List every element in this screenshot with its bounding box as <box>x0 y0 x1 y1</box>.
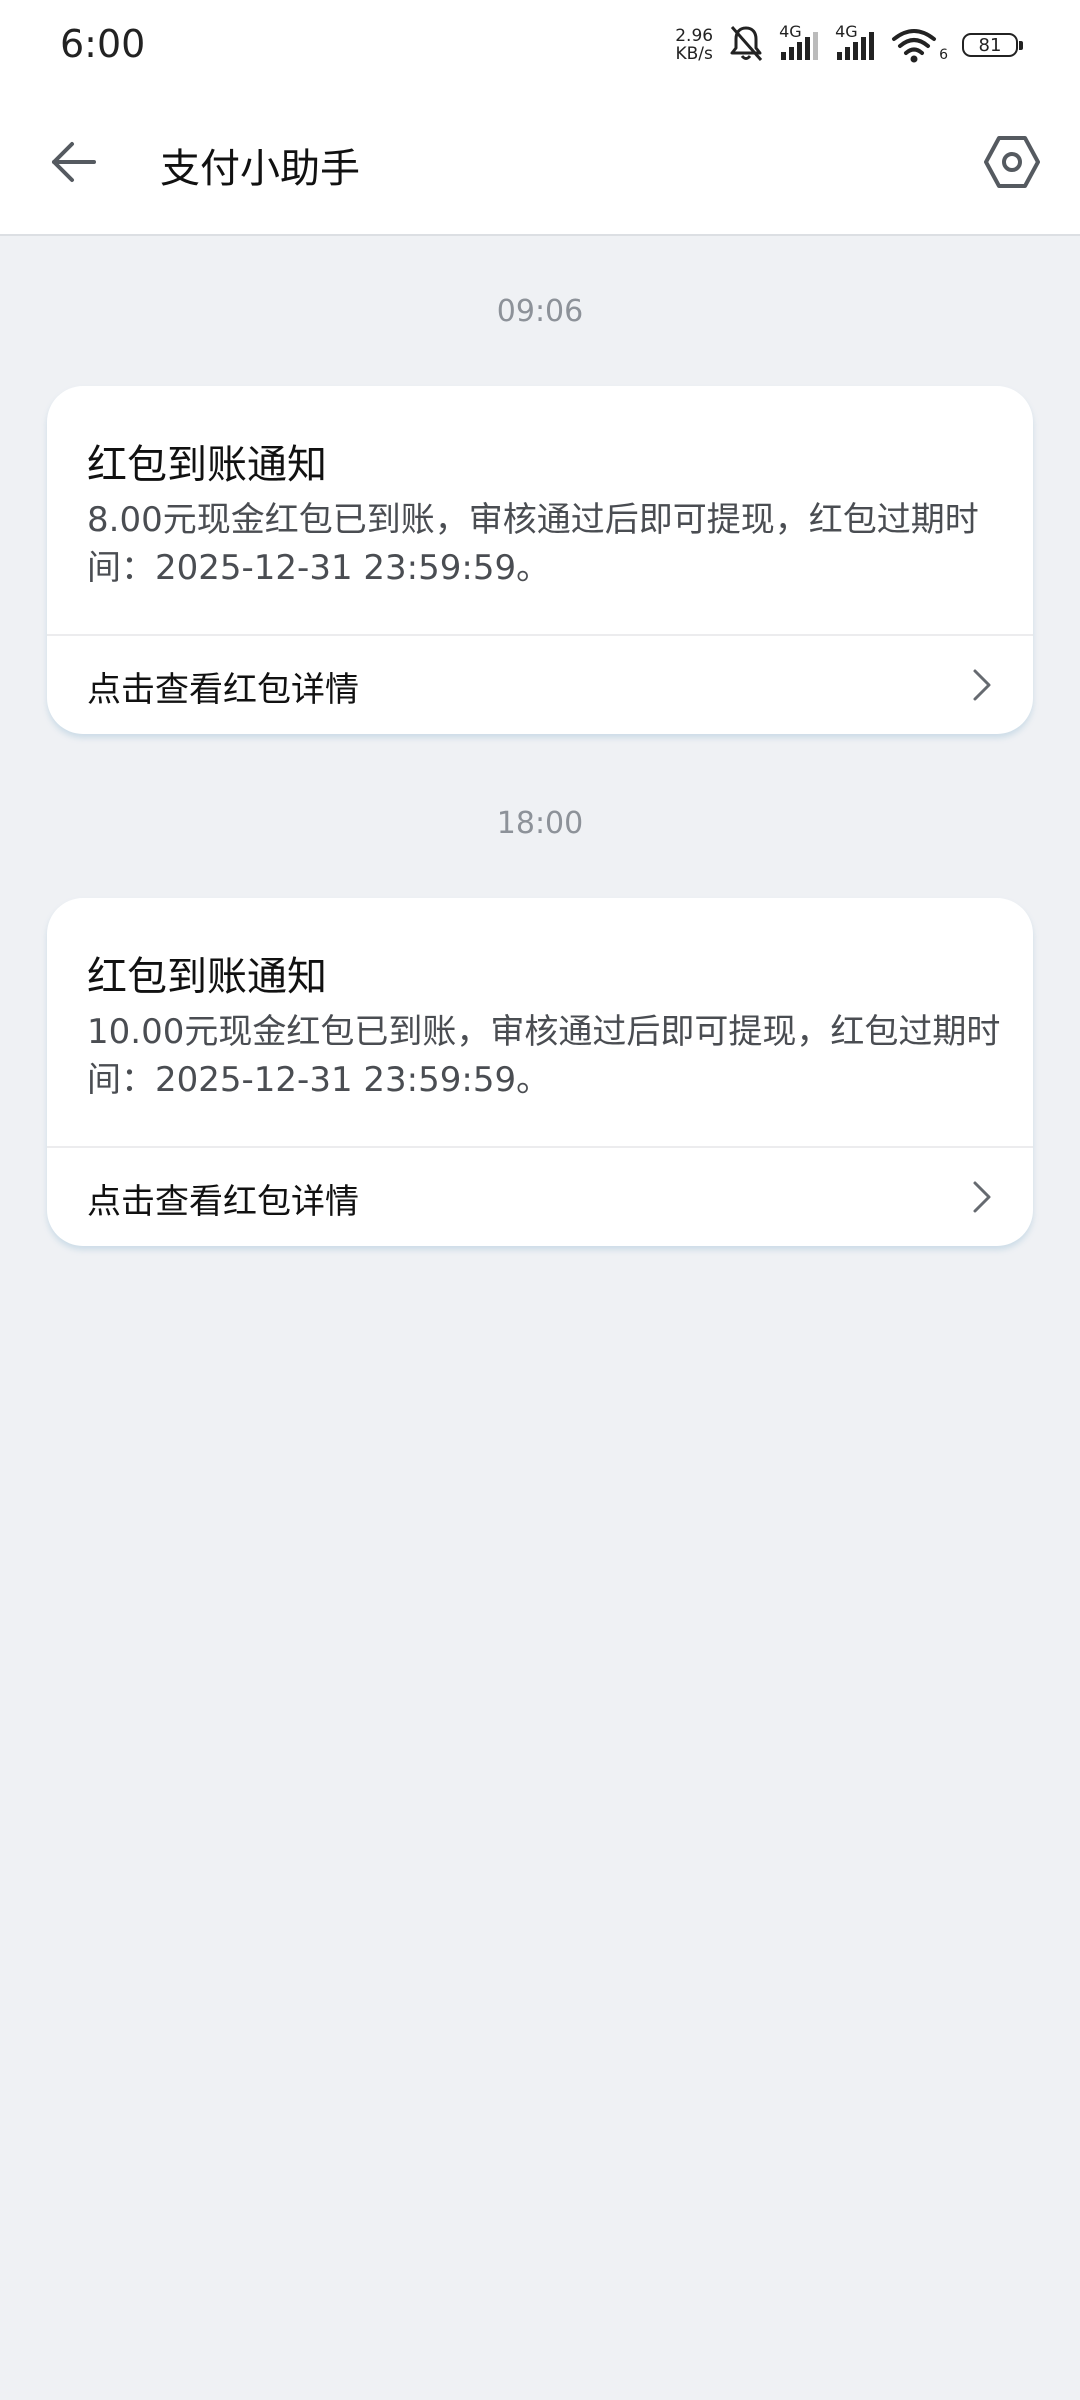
chevron-right-icon <box>973 1181 991 1213</box>
status-icons: 2.96 KB/s 4G 4G 6 81 <box>675 22 1023 68</box>
sim1-signal: 4G <box>779 22 821 62</box>
wifi-status: 6 <box>891 27 948 63</box>
settings-button[interactable] <box>980 130 1044 194</box>
wifi-label: 6 <box>939 47 948 63</box>
details-link-label: 点击查看红包详情 <box>87 1182 359 1222</box>
network-speed: 2.96 KB/s <box>675 27 713 63</box>
message-card: 红包到账通知 8.00元现金红包已到账，审核通过后即可提现，红包过期时间：202… <box>47 386 1033 734</box>
message-title: 红包到账通知 <box>87 954 327 1000</box>
wifi-icon <box>892 29 937 63</box>
message-body: 8.00元现金红包已到账，审核通过后即可提现，红包过期时间：2025-12-31… <box>87 500 979 588</box>
message-card: 红包到账通知 10.00元现金红包已到账，审核通过后即可提现，红包过期时间：20… <box>47 898 1033 1246</box>
status-time: 6:00 <box>60 22 146 66</box>
view-redpacket-details-link[interactable]: 点击查看红包详情 <box>47 1148 1033 1246</box>
sim2-signal: 4G <box>835 22 877 62</box>
message-body: 10.00元现金红包已到账，审核通过后即可提现，红包过期时间：2025-12-3… <box>87 1012 1001 1100</box>
settings-hexagon-icon <box>984 136 1040 188</box>
chevron-right-icon <box>973 669 991 701</box>
battery-indicator: 81 <box>962 33 1023 57</box>
view-redpacket-details-link[interactable]: 点击查看红包详情 <box>47 636 1033 734</box>
sim2-label: 4G <box>835 22 858 41</box>
details-link-label: 点击查看红包详情 <box>87 670 359 710</box>
message-title: 红包到账通知 <box>87 442 327 488</box>
network-speed-unit: KB/s <box>675 44 713 64</box>
page-title: 支付小助手 <box>160 146 360 192</box>
status-bar: 6:00 2.96 KB/s 4G 4G 6 81 <box>0 0 1080 92</box>
sim1-label: 4G <box>779 22 802 41</box>
network-speed-value: 2.96 <box>675 26 714 46</box>
bell-muted-icon <box>727 23 765 67</box>
back-button[interactable] <box>44 132 104 192</box>
message-timestamp: 18:00 <box>496 806 584 841</box>
battery-level: 81 <box>978 34 1002 56</box>
app-header: 支付小助手 <box>0 92 1080 236</box>
message-timestamp: 09:06 <box>496 294 584 329</box>
arrow-left-icon <box>52 142 96 182</box>
